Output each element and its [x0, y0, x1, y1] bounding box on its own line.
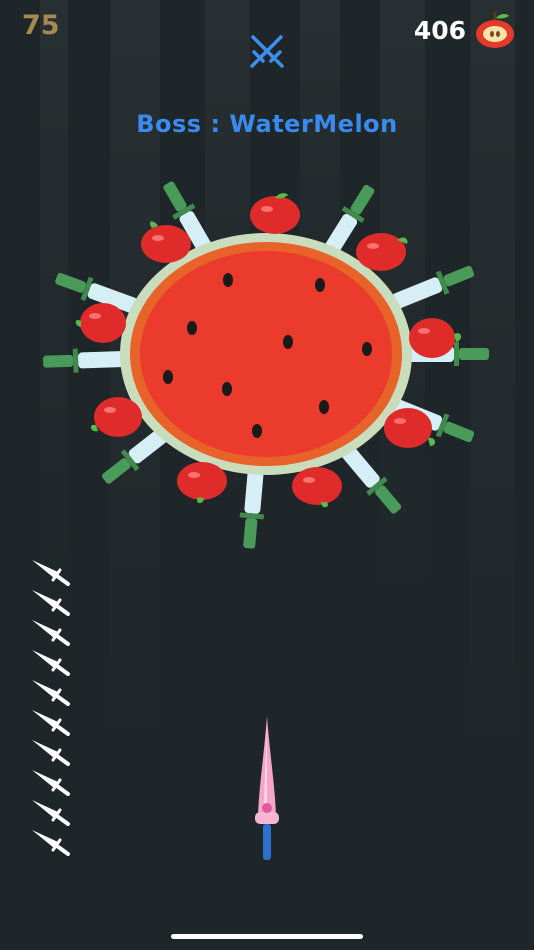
remaining-knives: [30, 558, 74, 858]
remaining-knife-icon: [30, 588, 74, 618]
home-indicator[interactable]: [171, 934, 363, 939]
watermelon-target[interactable]: [0, 0, 534, 560]
remaining-knife-icon: [30, 768, 74, 798]
remaining-knife-icon: [30, 648, 74, 678]
remaining-knife-icon: [30, 738, 74, 768]
remaining-knife-icon: [30, 828, 74, 858]
remaining-knife-icon: [30, 618, 74, 648]
remaining-knife-icon: [30, 708, 74, 738]
remaining-knife-icon: [30, 798, 74, 828]
player-knife[interactable]: [251, 716, 283, 862]
remaining-knife-icon: [30, 558, 74, 588]
remaining-knife-icon: [30, 678, 74, 708]
